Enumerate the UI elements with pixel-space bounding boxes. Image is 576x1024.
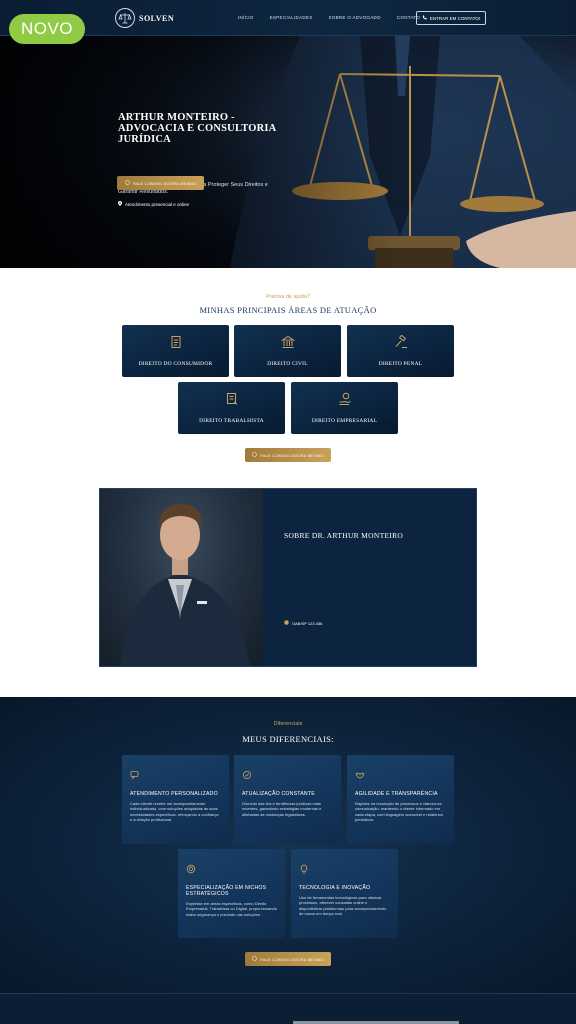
- hero-section: ARTHUR MONTEIRO - ADVOCACIA E CONSULTORI…: [0, 36, 576, 268]
- contract-icon: [225, 392, 239, 411]
- hero-cta-label: FALE COMIGO AGORA MESMO: [132, 180, 197, 186]
- about-oab: OAB/SP 123.456: [284, 620, 322, 626]
- diff-text: Domínio das leis e tendências jurídicas …: [242, 801, 322, 817]
- main-nav: INÍCIO ESPECIALIDADES SOBRE O ADVOGADO C…: [238, 15, 420, 20]
- area-label: DIREITO PENAL: [378, 361, 423, 367]
- diffs-cta-button[interactable]: FALE COMIGO AGORA MESMO: [245, 952, 331, 966]
- oab-text: OAB/SP 123.456: [292, 620, 323, 626]
- diff-card-especializacao: ESPECIALIZAÇÃO EM NICHOS ESTRATÉGICOS Ex…: [178, 849, 285, 938]
- area-card-penal[interactable]: DIREITO PENAL: [347, 325, 454, 377]
- diff-title: ESPECIALIZAÇÃO EM NICHOS ESTRATÉGICOS: [186, 885, 267, 897]
- diff-card-atendimento: ATENDIMENTO PERSONALIZADO Cada cliente r…: [122, 755, 229, 844]
- area-label: DIREITO TRABALHISTA: [199, 418, 264, 424]
- logo[interactable]: SOLVEN: [115, 8, 174, 28]
- area-card-consumidor[interactable]: DIREITO DO CONSUMIDOR: [122, 325, 229, 377]
- lawyer-photo: [100, 489, 263, 666]
- diff-title: ATUALIZAÇÃO CONSTANTE: [242, 791, 315, 797]
- area-card-empresarial[interactable]: DIREITO EMPRESARIAL: [291, 382, 398, 434]
- diff-card-agilidade: AGILIDADE E TRANSPARÊNCIA Rapidez na res…: [347, 755, 454, 844]
- diff-card-tecnologia: TECNOLOGIA E INOVAÇÃO Uso de ferramentas…: [291, 849, 398, 938]
- area-card-trabalhista[interactable]: DIREITO TRABALHISTA: [178, 382, 285, 434]
- areas-cta-button[interactable]: FALE COMIGO AGORA MESMO: [245, 448, 331, 462]
- diffs-section: Diferenciais MEUS DIFERENCIAIS: ATENDIME…: [0, 697, 576, 993]
- diff-card-atualizacao: ATUALIZAÇÃO CONSTANTE Domínio das leis e…: [234, 755, 341, 844]
- footer-strip: [0, 993, 576, 1024]
- gold-dot-icon: [284, 620, 289, 626]
- gavel-icon: [394, 334, 408, 354]
- hero-cta-button[interactable]: FALE COMIGO AGORA MESMO: [117, 176, 204, 190]
- area-label: DIREITO EMPRESARIAL: [311, 418, 378, 424]
- diff-text: Uso de ferramentas tecnológicas para oti…: [299, 895, 387, 917]
- money-hand-icon: [338, 392, 352, 411]
- diff-title: ATENDIMENTO PERSONALIZADO: [130, 791, 218, 797]
- diff-text: Rapidez na resolução de processos e clar…: [355, 801, 443, 823]
- whatsapp-icon: [252, 452, 257, 458]
- diff-text: Cada cliente recebe um acompanhamento in…: [130, 801, 219, 823]
- diff-title: TECNOLOGIA E INOVAÇÃO: [299, 885, 371, 891]
- nav-inicio[interactable]: INÍCIO: [238, 15, 254, 20]
- target-icon: [186, 861, 277, 879]
- logo-text: SOLVEN: [139, 13, 175, 23]
- area-label: DIREITO DO CONSUMIDOR: [138, 361, 213, 367]
- about-section: SOBRE DR. ARTHUR MONTEIRO OAB/SP 123.456: [99, 488, 477, 667]
- hero-location: Atendimento presencial e online: [118, 201, 189, 207]
- location-pin-icon: [118, 201, 122, 207]
- handshake-icon: [355, 767, 446, 785]
- refresh-icon: [242, 767, 333, 785]
- nav-especialidades[interactable]: ESPECIALIDADES: [270, 15, 313, 20]
- hero-overlay: [0, 36, 576, 268]
- site-header: SOLVEN INÍCIO ESPECIALIDADES SOBRE O ADV…: [0, 0, 576, 36]
- scales-logo-icon: [115, 8, 135, 28]
- diff-title: AGILIDADE E TRANSPARÊNCIA: [355, 791, 438, 797]
- diff-text: Expertise em áreas específicas, como Dir…: [186, 901, 277, 917]
- document-icon: [169, 335, 183, 354]
- hero-title: ARTHUR MONTEIRO - ADVOCACIA E CONSULTORI…: [118, 112, 276, 145]
- area-card-civil[interactable]: DIREITO CIVIL: [234, 325, 341, 377]
- contact-button[interactable]: ENTRAR EM CONTATO!: [416, 11, 486, 25]
- about-title: SOBRE DR. ARTHUR MONTEIRO: [284, 531, 404, 540]
- lightbulb-icon: [299, 861, 390, 879]
- novo-badge: NOVO: [9, 14, 85, 44]
- building-icon: [280, 335, 295, 354]
- chat-icon: [130, 767, 221, 785]
- areas-eyebrow: Precisa de ajuda?: [265, 294, 311, 300]
- areas-cta-label: FALE COMIGO AGORA MESMO: [260, 452, 324, 458]
- nav-sobre[interactable]: SOBRE O ADVOGADO: [329, 15, 381, 20]
- whatsapp-icon: [124, 180, 130, 186]
- whatsapp-icon: [252, 956, 257, 962]
- areas-title: MINHAS PRINCIPAIS ÁREAS DE ATUAÇÃO: [199, 305, 377, 315]
- diffs-eyebrow: Diferenciais: [273, 721, 303, 727]
- contact-button-label: ENTRAR EM CONTATO!: [429, 15, 481, 21]
- area-label: DIREITO CIVIL: [267, 361, 308, 367]
- diffs-title: MEUS DIFERENCIAIS:: [242, 734, 334, 744]
- phone-icon: [422, 15, 427, 21]
- location-text: Atendimento presencial e online: [125, 201, 190, 207]
- diffs-cta-label: FALE COMIGO AGORA MESMO: [260, 956, 324, 962]
